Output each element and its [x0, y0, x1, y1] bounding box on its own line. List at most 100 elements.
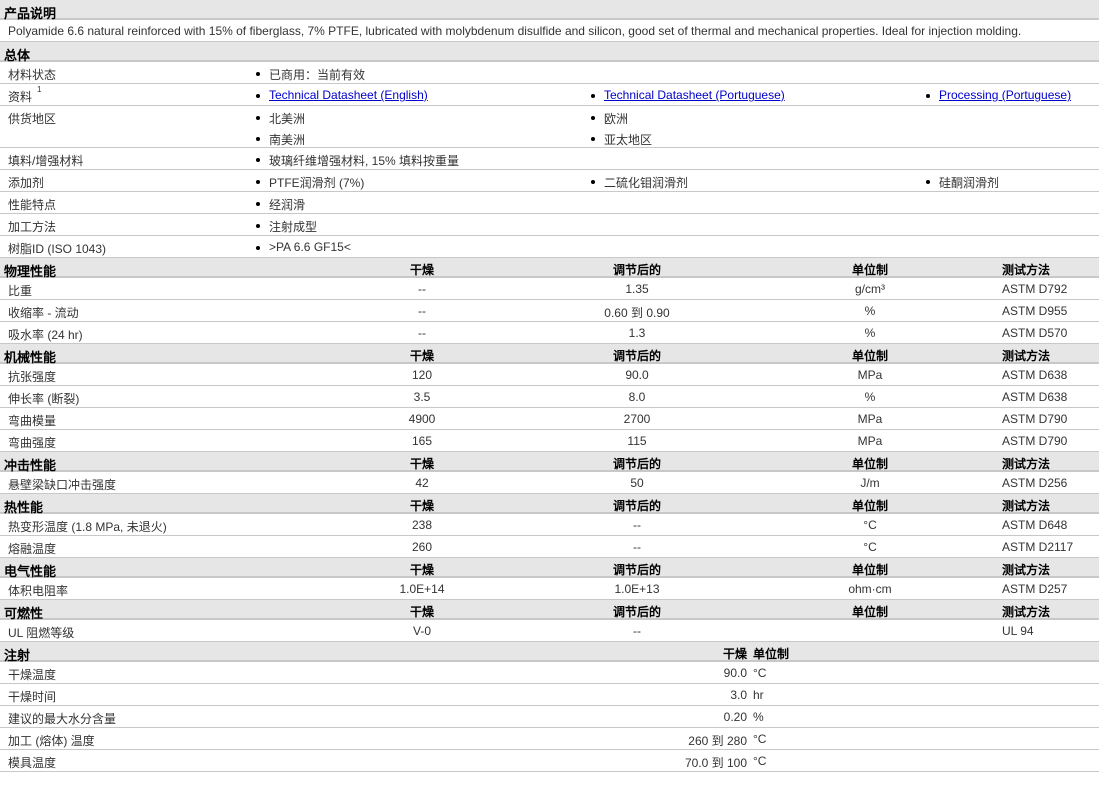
section-header: 可燃性 干燥 调节后的 单位制 测试方法: [0, 600, 1099, 621]
footnote-marker: 1: [37, 85, 42, 94]
conditioned-value: --: [633, 624, 641, 638]
bullet-value: 南美洲: [255, 131, 305, 148]
test-method: ASTM D2117: [1002, 540, 1074, 554]
section-header: 冲击性能 干燥 调节后的 单位制 测试方法: [0, 452, 1099, 473]
general-row: 树脂ID (ISO 1043) >PA 6.6 GF15<: [0, 236, 1099, 258]
dry-value: 120: [411, 368, 433, 382]
column-header: 调节后的: [612, 349, 661, 363]
property-name: 建议的最大水分含量: [8, 712, 117, 726]
general-row: 供货地区 北美洲 欧洲 南美洲 亚太地区: [0, 106, 1099, 148]
unit: °C: [753, 754, 767, 768]
section-header: 热性能 干燥 调节后的 单位制 测试方法: [0, 494, 1099, 515]
property-name: 干燥温度: [8, 668, 57, 682]
column-header: 测试方法: [1002, 499, 1051, 513]
dry-value: 3.0: [730, 688, 747, 702]
column-header: 干燥: [409, 263, 434, 277]
general-row-label: 资料: [8, 90, 33, 104]
bullet-value: >PA 6.6 GF15<: [255, 240, 351, 254]
column-header: 调节后的: [612, 605, 661, 619]
description-header: 产品说明: [0, 0, 1099, 21]
column-header: 干燥: [409, 605, 434, 619]
unit: hr: [753, 688, 764, 702]
description-row: Polyamide 6.6 natural reinforced with 15…: [0, 20, 1099, 42]
datasheet-link[interactable]: Technical Datasheet (Portuguese): [590, 88, 785, 102]
unit: MPa: [857, 434, 883, 448]
test-method: ASTM D792: [1002, 282, 1068, 296]
dry-value: 260: [411, 540, 433, 554]
column-header: 单位制: [851, 349, 888, 363]
column-header: 测试方法: [1002, 349, 1051, 363]
column-header: 调节后的: [612, 263, 661, 277]
unit: °C: [753, 666, 767, 680]
unit: MPa: [857, 368, 883, 382]
section-header: 电气性能 干燥 调节后的 单位制 测试方法: [0, 558, 1099, 579]
property-name: 热变形温度 (1.8 MPa, 未退火): [8, 520, 167, 534]
conditioned-value: 1.35: [625, 282, 649, 296]
bullet-value: 亚太地区: [590, 131, 652, 148]
property-row: 弯曲强度 165 115 MPa ASTM D790: [0, 430, 1099, 452]
property-name: 模具温度: [8, 756, 57, 770]
property-name: 加工 (熔体) 温度: [8, 734, 95, 748]
general-row: 资料 1 Technical Datasheet (English) Technica…: [0, 84, 1099, 106]
property-name: 熔融温度: [8, 542, 57, 556]
unit: MPa: [857, 412, 883, 426]
bullet-value: 注射成型: [255, 218, 317, 235]
dry-value: --: [418, 304, 426, 318]
property-name: 悬壁梁缺口冲击强度: [8, 478, 117, 492]
injection-row: 干燥时间 3.0 hr: [0, 684, 1099, 706]
bullet-value: PTFE润滑剂 (7%): [255, 174, 364, 191]
general-row: 填料/增强材料 玻璃纤维增强材料, 15% 填料按重量: [0, 148, 1099, 170]
column-header: 单位制: [851, 605, 888, 619]
general-header: 总体: [0, 42, 1099, 63]
dry-value: 1.0E+14: [399, 582, 445, 596]
unit: %: [753, 710, 764, 724]
bullet-value: 硅酮润滑剂: [925, 174, 999, 191]
property-row: UL 阻燃等级 V-0 -- UL 94: [0, 620, 1099, 642]
column-header: 测试方法: [1002, 263, 1051, 277]
column-header: 调节后的: [612, 499, 661, 513]
dry-value: 4900: [408, 412, 436, 426]
test-method: ASTM D790: [1002, 434, 1068, 448]
injection-row: 加工 (熔体) 温度 260 到 280 °C: [0, 728, 1099, 750]
unit: %: [864, 304, 876, 318]
description-text: Polyamide 6.6 natural reinforced with 15…: [8, 24, 1022, 38]
test-method: ASTM D638: [1002, 368, 1068, 382]
column-header: 单位制: [851, 499, 888, 513]
unit: °C: [863, 540, 877, 554]
property-row: 伸长率 (断裂) 3.5 8.0% ASTM D638: [0, 386, 1099, 408]
column-header: 测试方法: [1002, 563, 1051, 577]
conditioned-value: 50: [630, 476, 644, 490]
dry-value: 0.20: [723, 710, 747, 724]
general-row: 性能特点 经润滑: [0, 192, 1099, 214]
conditioned-value: --: [633, 540, 641, 554]
test-method: ASTM D790: [1002, 412, 1068, 426]
general-row-label: 添加剂: [8, 176, 45, 190]
test-method: ASTM D570: [1002, 326, 1068, 340]
datasheet-link[interactable]: Technical Datasheet (English): [255, 88, 428, 102]
test-method: ASTM D955: [1002, 304, 1068, 318]
column-header: 干燥: [409, 563, 434, 577]
datasheet-link[interactable]: Processing (Portuguese): [925, 88, 1071, 102]
bullet-value: 二硫化钼润滑剂: [590, 174, 688, 191]
section-header: 物理性能 干燥 调节后的 单位制 测试方法: [0, 258, 1099, 279]
unit: %: [864, 326, 876, 340]
section-header: 机械性能 干燥 调节后的 单位制 测试方法: [0, 344, 1099, 365]
property-name: 干燥时间: [8, 690, 57, 704]
property-row: 抗张强度 120 90.0 MPa ASTM D638: [0, 364, 1099, 386]
column-header: 单位制: [851, 563, 888, 577]
test-method: ASTM D256: [1002, 476, 1068, 490]
dry-value: 165: [411, 434, 433, 448]
datasheet: 产品说明 Polyamide 6.6 natural reinforced wit…: [0, 0, 1099, 772]
general-row-label: 填料/增强材料: [8, 154, 84, 168]
bullet-value: 已商用：当前有效: [255, 66, 365, 83]
column-header: 测试方法: [1002, 605, 1051, 619]
bullet-value: 经润滑: [255, 196, 305, 213]
general-row: 添加剂 PTFE润滑剂 (7%) 二硫化钼润滑剂 硅酮润滑剂: [0, 170, 1099, 192]
conditioned-value: 115: [627, 434, 647, 448]
dry-value: --: [418, 326, 426, 340]
general-row: 材料状态 已商用：当前有效: [0, 62, 1099, 84]
conditioned-value: 0.60 到 0.90: [604, 306, 670, 320]
property-row: 体积电阻率 1.0E+14 1.0E+13 ohm·cm ASTM D257: [0, 578, 1099, 600]
property-name: UL 阻燃等级: [8, 626, 75, 640]
dry-value: 42: [415, 476, 429, 490]
